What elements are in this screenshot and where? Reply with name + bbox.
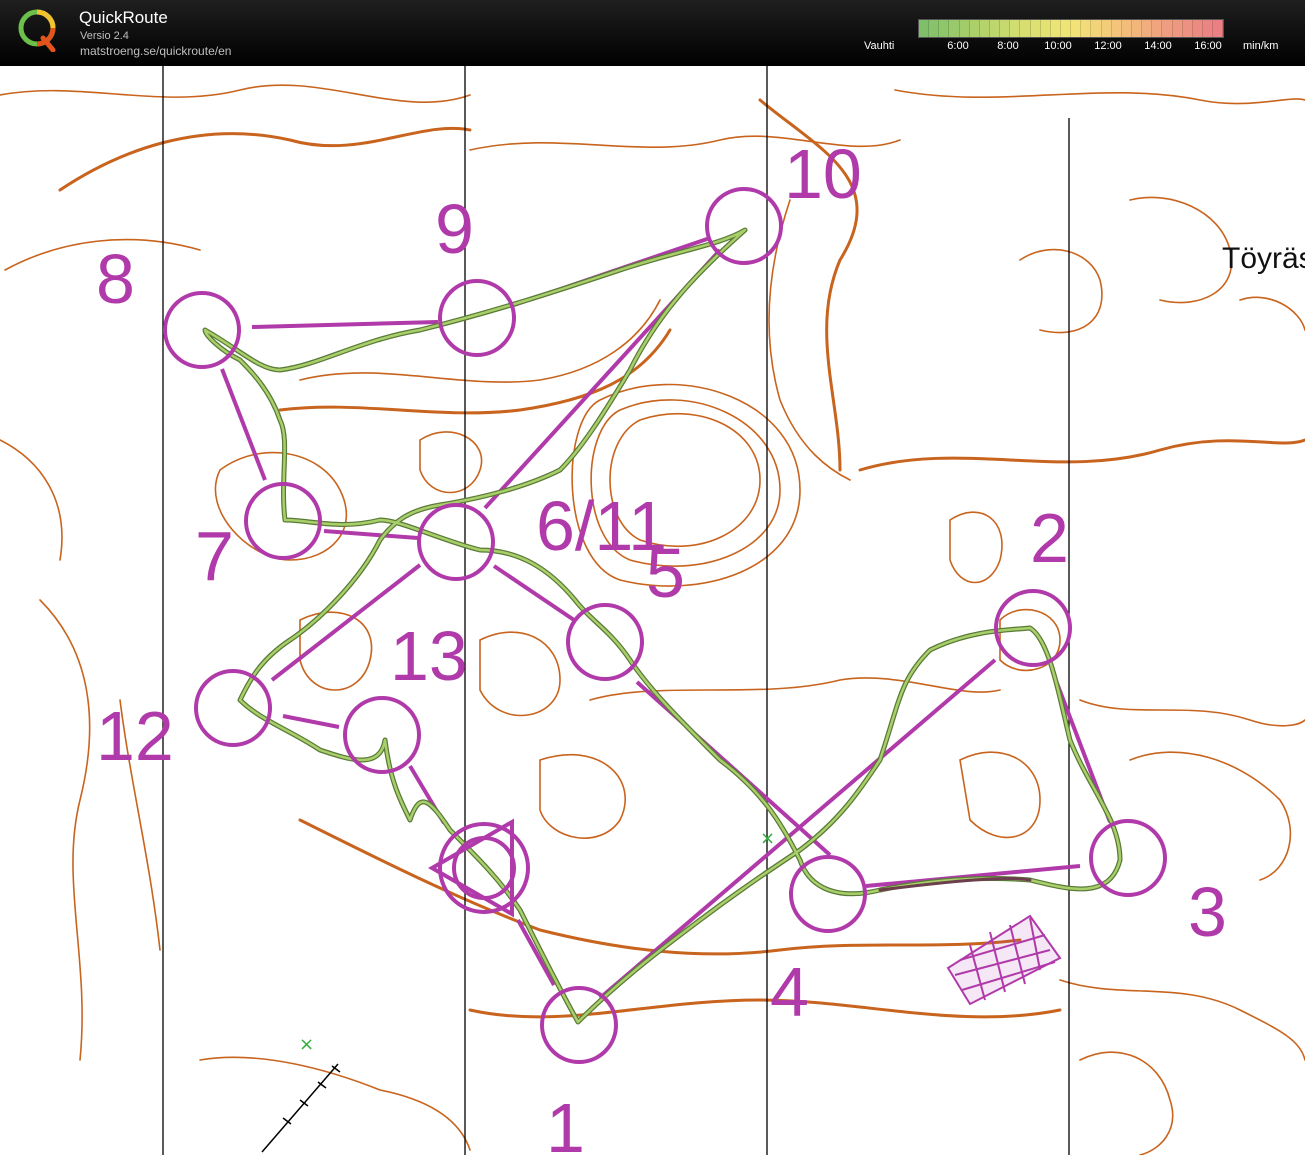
start-triangle [427, 818, 514, 918]
pace-scale-cell [1131, 20, 1143, 37]
pace-scale-cell [1081, 20, 1092, 37]
app-header: QuickRoute Versio 2.4 matstroeng.se/quic… [0, 0, 1305, 66]
place-name-label: Töyräs [1222, 242, 1305, 275]
pace-scale-label: Vauhti [864, 40, 895, 52]
app-title: QuickRoute [79, 8, 168, 27]
pace-scale-cell [1182, 20, 1193, 37]
control-circle-13 [343, 696, 421, 774]
pace-scale-tick: 16:00 [1194, 40, 1222, 52]
pace-scale-cell [939, 20, 950, 37]
control-labels: 1 2 3 4 5 6/11 7 8 9 10 12 13 [96, 135, 1227, 1155]
app-version: Versio 2.4 [80, 30, 129, 42]
control-label-6-11: 6/11 [536, 487, 667, 565]
north-lines [162, 66, 1070, 1155]
control-label-9: 9 [435, 190, 474, 268]
control-label-2: 2 [1030, 499, 1069, 577]
control-circle-5 [566, 603, 644, 681]
control-label-7: 7 [195, 517, 234, 595]
app-url: matstroeng.se/quickroute/en [80, 44, 232, 58]
pace-scale-cell [1020, 20, 1031, 37]
pace-scale-cell [1202, 20, 1214, 37]
pace-scale-cell [979, 20, 990, 37]
control-circle-10 [705, 187, 783, 265]
pace-scale-tick: 14:00 [1144, 40, 1172, 52]
pace-color-scale [918, 19, 1224, 38]
pace-scale-cell [1111, 20, 1122, 37]
pace-scale-cell [1152, 20, 1163, 37]
pace-scale-cell [929, 20, 940, 37]
pace-scale-cell [1162, 20, 1173, 37]
pace-scale-cell [949, 20, 960, 37]
pace-scale-cell [1060, 20, 1072, 37]
pace-scale-tick: 10:00 [1044, 40, 1072, 52]
orienteering-map[interactable]: × × 1 2 3 4 5 6/11 7 8 9 10 12 13 Töyräs [0, 66, 1305, 1155]
pace-scale-unit: min/km [1243, 40, 1279, 52]
control-circle-8 [163, 291, 241, 369]
pace-scale-tick: 12:00 [1094, 40, 1122, 52]
pace-scale-cell [1030, 20, 1041, 37]
pace-scale-cell [1101, 20, 1112, 37]
control-circle-12 [194, 669, 272, 747]
svg-text:×: × [760, 828, 775, 849]
pace-scale-cell [969, 20, 980, 37]
pace-scale-cell [1091, 20, 1102, 37]
control-label-3: 3 [1188, 873, 1227, 951]
forbidden-area [946, 914, 1062, 1006]
pace-scale-cell [1071, 20, 1082, 37]
control-label-13: 13 [390, 617, 468, 695]
control-label-12: 12 [96, 697, 174, 775]
control-circle-1 [540, 986, 618, 1064]
pace-scale-cell [959, 20, 970, 37]
pace-scale-cell [1172, 20, 1183, 37]
pace-scale-cell [1010, 20, 1021, 37]
pace-scale-tick: 6:00 [947, 40, 969, 52]
contour-lines [0, 84, 1305, 1155]
control-label-10: 10 [784, 135, 862, 213]
pace-scale-cell [989, 20, 1001, 37]
svg-text:×: × [299, 1034, 314, 1055]
pace-scale-cell [1121, 20, 1132, 37]
pace-scale-cell [919, 20, 930, 37]
pace-scale-cell [1213, 20, 1224, 37]
control-circle-9 [438, 279, 516, 357]
pace-scale-cell [1050, 20, 1061, 37]
pace-scale-tick: 8:00 [997, 40, 1019, 52]
pace-scale-cell [1040, 20, 1051, 37]
quickroute-logo-icon [18, 9, 56, 52]
pace-scale-cell [1142, 20, 1153, 37]
control-label-1: 1 [546, 1089, 585, 1155]
map-markers: × × [261, 828, 775, 1153]
control-circle-3 [1089, 819, 1167, 897]
pace-scale-cell [1000, 20, 1011, 37]
control-label-8: 8 [96, 240, 135, 318]
pace-scale-cell [1192, 20, 1203, 37]
control-label-4: 4 [770, 953, 809, 1031]
